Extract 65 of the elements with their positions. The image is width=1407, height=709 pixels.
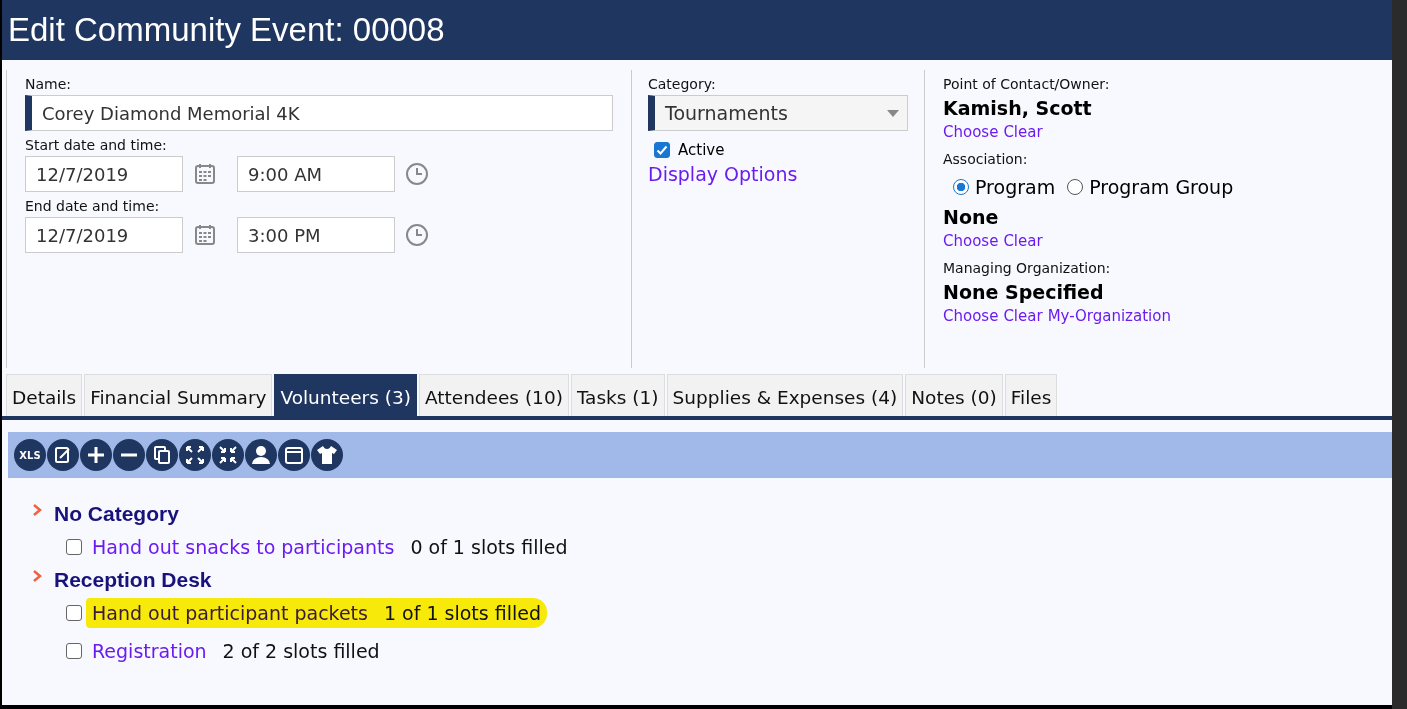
chevron-icon[interactable] bbox=[32, 504, 42, 516]
tab[interactable]: Details bbox=[6, 374, 83, 416]
name-field[interactable]: Corey Diamond Memorial 4K bbox=[25, 95, 613, 131]
field-label: Name: bbox=[25, 76, 73, 92]
shirt-icon[interactable] bbox=[311, 439, 343, 471]
action-link[interactable]: Choose bbox=[943, 232, 999, 250]
active-checkbox[interactable] bbox=[654, 142, 670, 158]
date-field[interactable]: 12/7/2019 bbox=[25, 156, 183, 192]
checkbox-label: Active bbox=[678, 141, 725, 159]
category-dropdown[interactable]: Tournaments bbox=[648, 95, 908, 131]
action-link[interactable]: Choose bbox=[943, 307, 999, 325]
tab[interactable]: Attendees (10) bbox=[418, 374, 569, 416]
remove-icon[interactable] bbox=[113, 439, 145, 471]
action-link[interactable]: Clear bbox=[1003, 232, 1043, 250]
task-link[interactable]: Hand out participant packets bbox=[92, 602, 368, 624]
task-link[interactable]: Registration bbox=[92, 640, 207, 662]
category-heading: Reception Desk bbox=[54, 568, 212, 592]
time-field[interactable]: 3:00 PM bbox=[237, 217, 395, 253]
expand-icon[interactable] bbox=[179, 439, 211, 471]
time-field[interactable]: 9:00 AM bbox=[237, 156, 395, 192]
slots-count: 2 of 2 slots filled bbox=[222, 640, 380, 662]
radio-button[interactable] bbox=[1067, 179, 1084, 195]
field-label: Category: bbox=[648, 76, 717, 92]
slots-count: 1 of 1 slots filled bbox=[383, 602, 542, 624]
organization-value: None Specified bbox=[943, 281, 1105, 303]
radio-button[interactable] bbox=[953, 179, 969, 195]
field-label: Start date and time: bbox=[25, 137, 168, 153]
field-label: Point of Contact/Owner: bbox=[943, 76, 1111, 92]
export-button[interactable]: XLS bbox=[14, 439, 46, 471]
edit-icon[interactable] bbox=[47, 439, 79, 471]
field-label: End date and time: bbox=[25, 198, 161, 214]
tab[interactable]: Notes (0) bbox=[905, 374, 1003, 416]
action-link[interactable]: Choose bbox=[943, 123, 999, 141]
task-checkbox[interactable] bbox=[66, 643, 82, 659]
slots-count: 0 of 1 slots filled bbox=[410, 536, 568, 558]
radio-label: Program Group bbox=[1089, 176, 1234, 198]
action-link[interactable]: Clear bbox=[1003, 123, 1043, 141]
date-field[interactable]: 12/7/2019 bbox=[25, 217, 183, 253]
task-link[interactable]: Hand out snacks to participants bbox=[92, 536, 395, 558]
window-title: Edit Community Event: 00008 bbox=[8, 11, 445, 49]
task-checkbox[interactable] bbox=[66, 605, 82, 621]
field-label: Association: bbox=[943, 151, 1029, 167]
category-heading: No Category bbox=[54, 502, 179, 526]
radio-label: Program bbox=[975, 176, 1056, 198]
task-checkbox[interactable] bbox=[66, 539, 82, 555]
association-value: None bbox=[943, 206, 1000, 228]
tab[interactable]: Tasks (1) bbox=[570, 374, 665, 416]
tab[interactable]: Files bbox=[1004, 374, 1058, 416]
tab[interactable]: Supplies & Expenses (4) bbox=[666, 374, 904, 416]
action-link[interactable]: My-Organization bbox=[1047, 307, 1171, 325]
field-label: Managing Organization: bbox=[943, 260, 1112, 276]
add-icon[interactable] bbox=[80, 439, 112, 471]
action-link[interactable]: Clear bbox=[1003, 307, 1043, 325]
person-icon[interactable] bbox=[245, 439, 277, 471]
contact-name: Kamish, Scott bbox=[943, 97, 1093, 119]
clock-icon[interactable] bbox=[405, 162, 429, 186]
collapse-icon[interactable] bbox=[212, 439, 244, 471]
tab[interactable]: Volunteers (3) bbox=[274, 374, 417, 416]
calendar-icon[interactable] bbox=[278, 439, 310, 471]
copy-icon[interactable] bbox=[146, 439, 178, 471]
caret-icon bbox=[887, 109, 899, 117]
tab[interactable]: Financial Summary bbox=[84, 374, 273, 416]
chevron-icon[interactable] bbox=[32, 570, 42, 582]
clock-icon[interactable] bbox=[405, 223, 429, 247]
display-options-link[interactable]: Display Options bbox=[648, 163, 924, 185]
